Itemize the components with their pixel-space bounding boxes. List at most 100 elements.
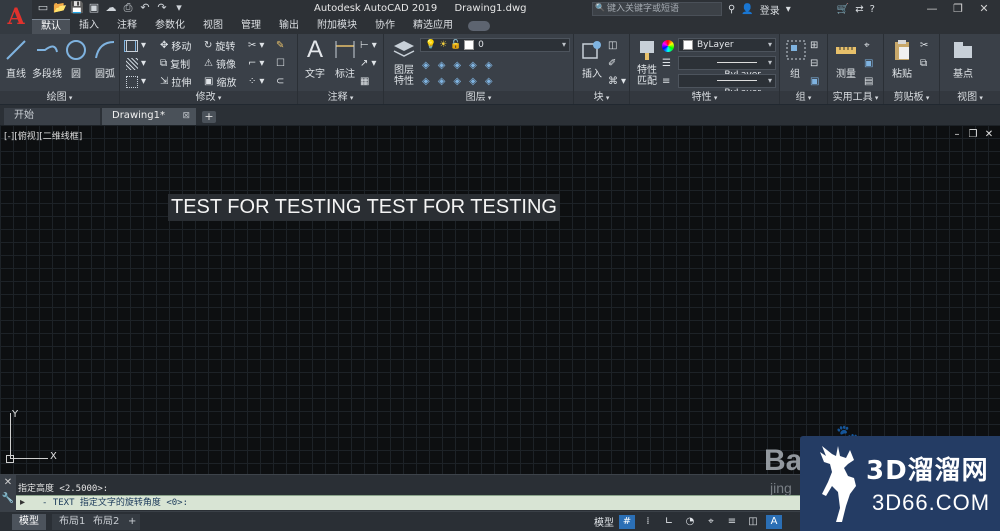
redo-icon[interactable]: ↷ — [155, 1, 169, 15]
text-tool[interactable]: A 文字 — [302, 38, 328, 81]
binoculars-icon[interactable]: ⚲ — [728, 4, 735, 15]
ribbon-tab-8[interactable]: 协作 — [366, 19, 404, 34]
exchange-icon[interactable]: ⇄ — [855, 4, 863, 15]
color-dropdown[interactable]: ByLayer — [678, 38, 776, 52]
lineweight-icon-tool[interactable]: ≡ — [662, 74, 670, 89]
login-link[interactable]: 登录 — [760, 2, 780, 17]
move-tool[interactable]: ✥ 移动 — [160, 38, 191, 53]
stretch-tool[interactable]: ⇲ 拉伸 — [160, 74, 191, 89]
close-tab-icon[interactable]: ⊠ — [182, 108, 190, 124]
viewport-controls-label[interactable]: [-][俯视][二维线框] — [4, 129, 82, 142]
transparency-toggle-icon[interactable]: ◫ — [745, 515, 761, 529]
select-all-tool[interactable]: ▣ — [864, 56, 873, 71]
layer-off-icon[interactable]: ◈ — [469, 60, 477, 71]
ribbon-tab-6[interactable]: 输出 — [270, 19, 308, 34]
polyline-tool[interactable]: 多段线 — [32, 38, 62, 80]
region-tool[interactable]: ▾ — [126, 74, 146, 89]
lineweight-dropdown[interactable]: ByLayer — [678, 74, 776, 98]
search-input[interactable]: 键入关键字或短语 — [592, 2, 722, 16]
clipboard-panel-label[interactable]: 剪贴板 — [884, 91, 939, 104]
erase-tool[interactable]: ✎ — [276, 38, 284, 53]
add-layout-button[interactable]: + — [124, 514, 141, 530]
circle-tool[interactable]: 圆 — [64, 38, 88, 80]
line-tool[interactable]: 直线 — [4, 38, 28, 80]
utilities-panel-label[interactable]: 实用工具 — [828, 91, 883, 104]
layer-properties-tool[interactable]: 图层 特性 — [390, 38, 418, 87]
layer-dropdown[interactable]: 💡 ☀ 🔓 0 — [420, 38, 570, 52]
color-wheel-tool[interactable] — [662, 38, 674, 53]
trim-tool[interactable]: ✂ ▾ — [248, 38, 264, 53]
ribbon-tab-5[interactable]: 管理 — [232, 19, 270, 34]
ungroup-tool[interactable]: ⊞ — [810, 38, 818, 53]
tab-layout2[interactable]: 布局2 — [86, 514, 127, 530]
layer-previous-icon[interactable]: ◈ — [438, 76, 446, 87]
tab-drawing1[interactable]: Drawing1* ⊠ — [102, 108, 196, 125]
groups-panel-label[interactable]: 组 — [780, 91, 827, 104]
close-command-icon[interactable]: ✕ — [0, 475, 16, 491]
cut-tool[interactable]: ✂ — [920, 38, 928, 53]
cart-icon[interactable]: 🛒 — [837, 4, 849, 15]
tab-start[interactable]: 开始 — [4, 108, 100, 125]
copy-tool[interactable]: ⧉ 复制 — [160, 56, 190, 71]
ribbon-tab-2[interactable]: 注释 — [108, 19, 146, 34]
layer-iso-icon[interactable]: ◈ — [438, 60, 446, 71]
osnap-toggle-icon[interactable]: ⌖ — [703, 515, 719, 529]
ribbon-tab-7[interactable]: 附加模块 — [308, 19, 366, 34]
minimize-button[interactable]: — — [920, 1, 944, 16]
viewport-restore-icon[interactable]: ❐ — [968, 129, 978, 140]
explode-tool[interactable]: ☐ — [276, 56, 285, 71]
copy-clip-tool[interactable]: ⧉ — [920, 56, 927, 71]
save-icon[interactable]: 💾 — [70, 1, 84, 15]
linetype-dropdown[interactable]: ByLayer — [678, 56, 776, 80]
draw-panel-label[interactable]: 绘图 — [0, 91, 119, 104]
match-properties-tool[interactable]: 特性 匹配 — [634, 38, 660, 87]
group-tool[interactable]: 组 — [784, 38, 806, 80]
cloud-icon[interactable]: ☁ — [104, 1, 118, 15]
model-space-button[interactable]: 模型 — [594, 514, 614, 529]
undo-icon[interactable]: ↶ — [138, 1, 152, 15]
fillet-tool[interactable]: ⌐ ▾ — [248, 56, 264, 71]
ribbon-tab-9[interactable]: 精选应用 — [404, 19, 462, 34]
group-select-tool[interactable]: ▣ — [810, 74, 819, 89]
layer-unlock-icon[interactable]: ◈ — [485, 76, 493, 87]
ortho-toggle-icon[interactable]: ∟ — [661, 515, 677, 529]
dropdown-icon[interactable]: ▾ — [172, 1, 186, 15]
layers-panel-label[interactable]: 图层 — [384, 91, 573, 104]
layer-lock-icon[interactable]: ◈ — [485, 60, 493, 71]
maximize-button[interactable]: ❐ — [946, 1, 970, 16]
hatch-tool[interactable]: ▾ — [126, 56, 146, 71]
close-button[interactable]: ✕ — [972, 1, 996, 16]
grid-toggle-icon[interactable]: # — [619, 514, 635, 529]
offset-tool[interactable]: ⊂ — [276, 74, 284, 89]
layer-freeze-icon[interactable]: ◈ — [453, 60, 461, 71]
edit-block-tool[interactable]: ✐ — [608, 56, 616, 71]
tab-model[interactable]: 模型 — [12, 514, 46, 530]
table-tool[interactable]: ▦ — [360, 74, 369, 89]
properties-panel-label[interactable]: 特性 — [630, 91, 779, 104]
polar-toggle-icon[interactable]: ◔ — [682, 515, 698, 529]
viewport-close-icon[interactable]: ✕ — [984, 129, 994, 140]
block-panel-label[interactable]: 块 — [574, 91, 629, 104]
app-menu-button[interactable]: A — [0, 0, 32, 34]
measure-tool[interactable]: 测量 — [832, 38, 860, 80]
annotation-panel-label[interactable]: 注释 — [298, 91, 383, 104]
snap-toggle-icon[interactable]: ⁞ — [640, 515, 656, 529]
ribbon-tab-1[interactable]: 插入 — [70, 19, 108, 34]
new-tab-button[interactable]: + — [202, 111, 216, 123]
calculator-tool[interactable]: ▤ — [864, 74, 873, 89]
layer-thaw-icon[interactable]: ◈ — [469, 76, 477, 87]
layer-match-icon[interactable]: ◈ — [422, 76, 430, 87]
ribbon-tab-4[interactable]: 视图 — [194, 19, 232, 34]
mirror-tool[interactable]: ⚠ 镜像 — [204, 56, 236, 71]
save-as-icon[interactable]: ▣ — [87, 1, 101, 15]
rotate-tool[interactable]: ↻ 旋转 — [204, 38, 235, 53]
layer-state-icon[interactable]: ◈ — [422, 60, 430, 71]
selected-text-object[interactable]: TEST FOR TESTING TEST FOR TESTING — [168, 194, 560, 221]
ribbon-options-toggle[interactable] — [468, 21, 490, 31]
create-block-tool[interactable]: ◫ — [608, 38, 617, 53]
dimension-tool[interactable]: 标注 — [332, 38, 358, 80]
viewport-minimize-icon[interactable]: – — [952, 129, 962, 140]
rect-tool[interactable]: ▾ — [126, 38, 146, 53]
base-view-tool[interactable]: 基点 — [948, 38, 978, 80]
layer-unisolate-icon[interactable]: ◈ — [453, 76, 461, 87]
